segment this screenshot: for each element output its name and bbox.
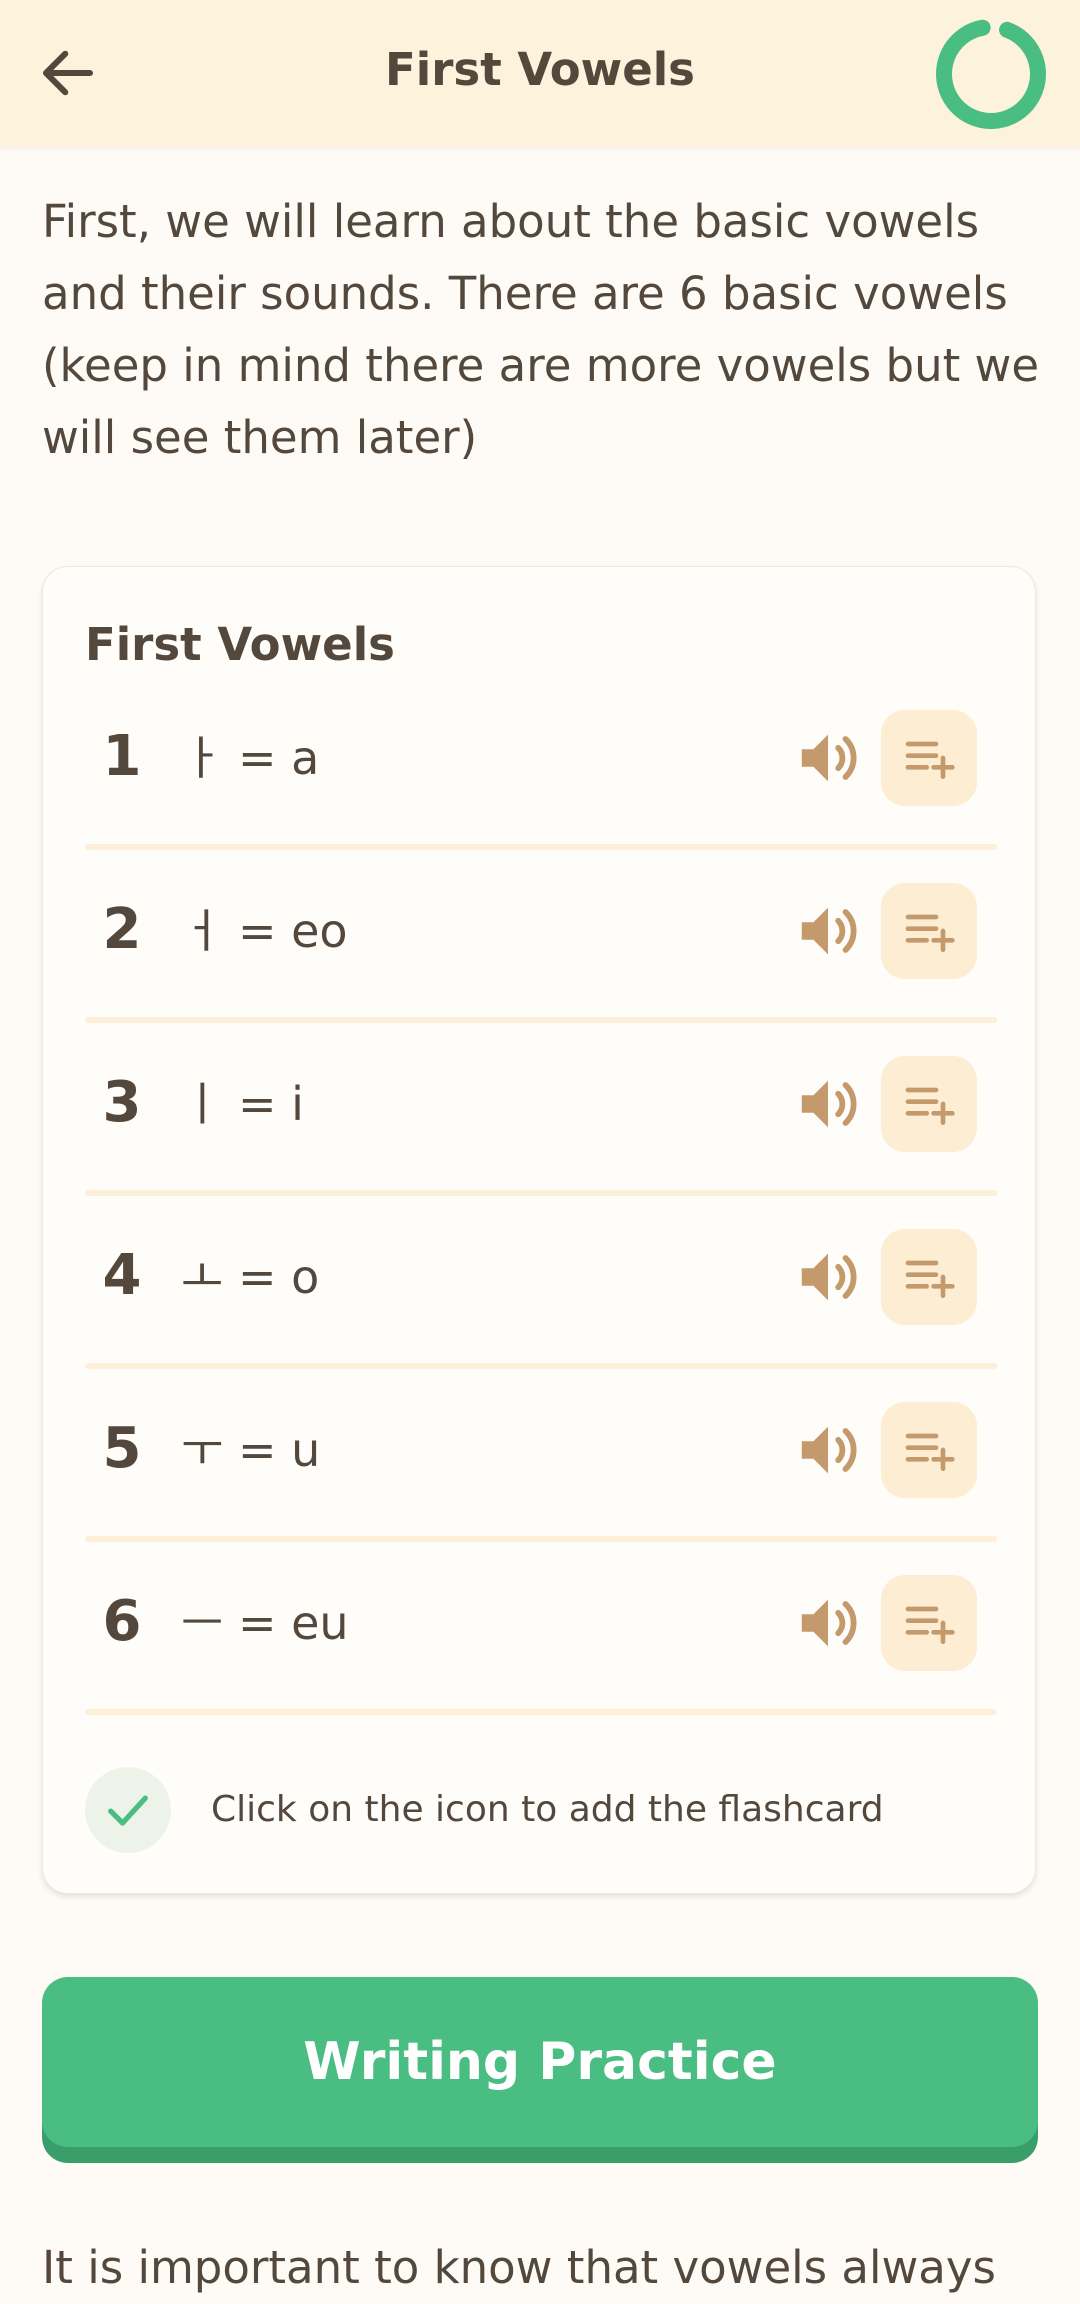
hint-check-badge: [85, 1767, 171, 1853]
play-sound-button[interactable]: [787, 890, 869, 972]
progress-ring-icon: [934, 17, 1048, 131]
speaker-icon: [801, 734, 857, 782]
check-icon: [108, 1795, 148, 1826]
speaker-icon: [801, 1080, 857, 1128]
playlist-add-icon: [905, 1260, 955, 1298]
add-flashcard-button[interactable]: [881, 1229, 977, 1325]
list-item: 1 ㅏ = a: [85, 677, 997, 850]
playlist-add-icon: [905, 1087, 955, 1125]
list-item: 2 ㅓ = eo: [85, 850, 997, 1023]
vowel-text: ㅓ = eo: [181, 904, 348, 958]
card-title: First Vowels: [85, 618, 395, 671]
vowel-text: ㅜ = u: [181, 1423, 321, 1477]
item-number: 4: [102, 1243, 142, 1308]
add-flashcard-button[interactable]: [881, 710, 977, 806]
item-number: 6: [102, 1589, 142, 1654]
vowel-text: ㅣ = i: [181, 1077, 304, 1131]
play-sound-button[interactable]: [787, 1063, 869, 1145]
vowel-text: ㅡ = eu: [181, 1596, 349, 1650]
speaker-icon: [801, 1253, 857, 1301]
page-title: First Vowels: [385, 43, 695, 96]
add-flashcard-button[interactable]: [881, 1056, 977, 1152]
list-item: 5 ㅜ = u: [85, 1369, 997, 1542]
item-number: 5: [102, 1416, 142, 1481]
writing-practice-button[interactable]: Writing Practice: [42, 1977, 1038, 2147]
item-number: 1: [102, 724, 142, 789]
body-text: It is important to know that vowels alwa…: [42, 2241, 996, 2294]
row-divider: [85, 1709, 997, 1715]
play-sound-button[interactable]: [787, 717, 869, 799]
playlist-add-icon: [905, 1433, 955, 1471]
vowel-text: ㅗ = o: [181, 1250, 320, 1304]
play-sound-button[interactable]: [787, 1409, 869, 1491]
play-sound-button[interactable]: [787, 1236, 869, 1318]
item-number: 3: [102, 1070, 142, 1135]
playlist-add-icon: [905, 914, 955, 952]
add-flashcard-button[interactable]: [881, 1402, 977, 1498]
intro-text: First, we will learn about the basic vow…: [42, 195, 1040, 464]
app-header: First Vowels: [0, 0, 1080, 147]
play-sound-button[interactable]: [787, 1582, 869, 1664]
item-number: 2: [102, 897, 142, 962]
list-item: 4 ㅗ = o: [85, 1196, 997, 1369]
add-flashcard-button[interactable]: [881, 883, 977, 979]
vowel-card: First Vowels 1 ㅏ = a 2 ㅓ = eo 3 ㅣ = i 4 …: [42, 566, 1036, 1894]
speaker-icon: [801, 907, 857, 955]
list-item: 6 ㅡ = eu: [85, 1542, 997, 1715]
playlist-add-icon: [905, 741, 955, 779]
add-flashcard-button[interactable]: [881, 1575, 977, 1671]
hint-text: Click on the icon to add the flashcard: [211, 1789, 884, 1830]
speaker-icon: [801, 1599, 857, 1647]
playlist-add-icon: [905, 1606, 955, 1644]
list-item: 3 ㅣ = i: [85, 1023, 997, 1196]
speaker-icon: [801, 1426, 857, 1474]
vowel-text: ㅏ = a: [181, 731, 320, 785]
